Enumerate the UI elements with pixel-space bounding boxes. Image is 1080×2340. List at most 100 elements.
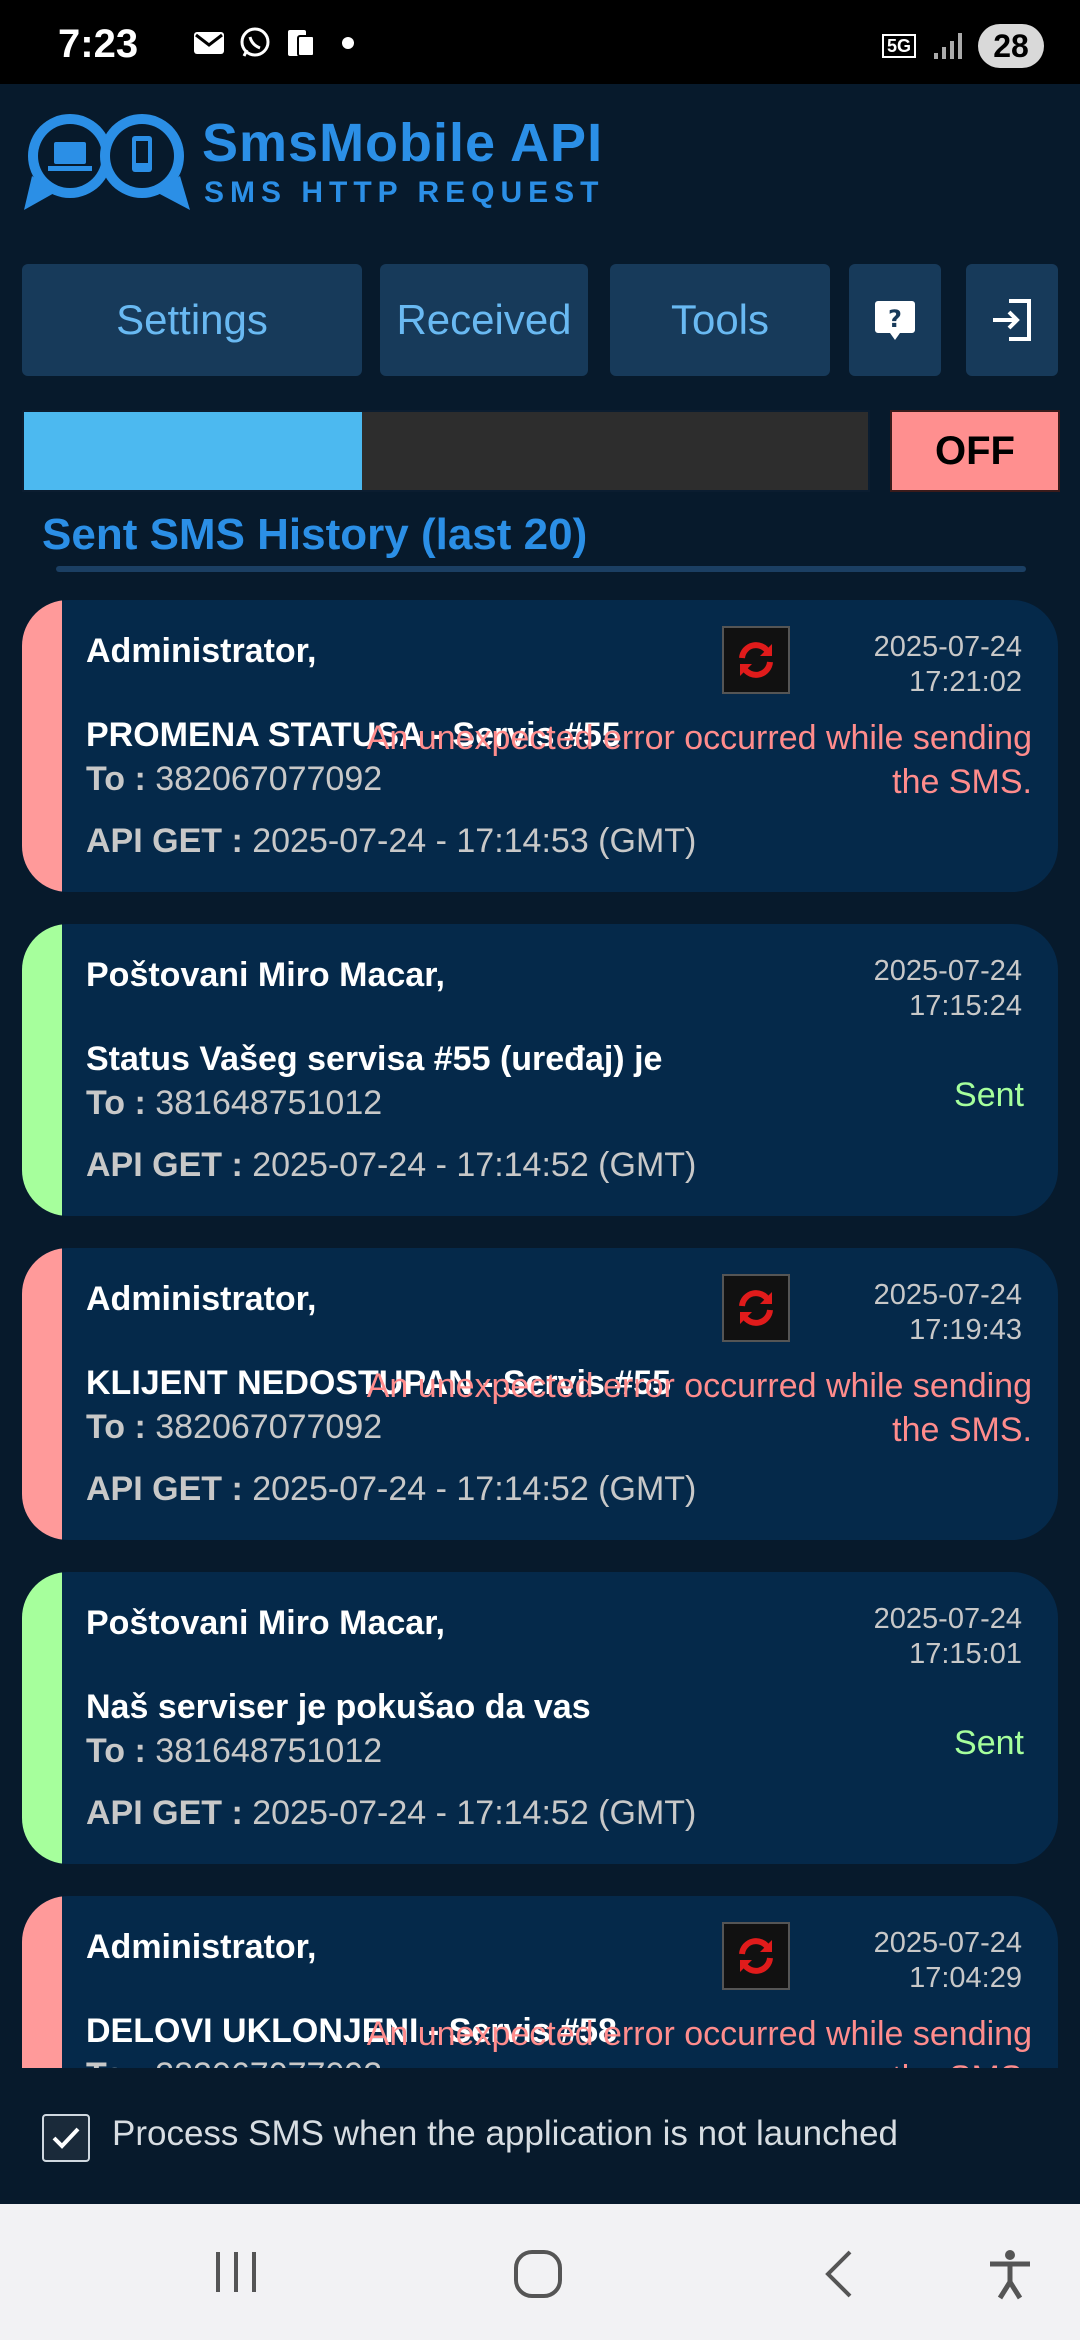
sms-greeting: Poštovani Miro Macar, (86, 1604, 445, 1642)
background-processing-label: Process SMS when the application is not … (112, 2114, 899, 2153)
app-title: SmsMobile API (202, 113, 604, 173)
sms-history-card[interactable]: Administrator, PROMENA STATUSA - Servis #… (22, 600, 1058, 892)
sms-status-sent: Sent (954, 1724, 1024, 1762)
sms-time: 17:15:24 (909, 990, 1022, 1022)
sms-message-preview: Naš serviser je pokušao da vas (86, 1688, 591, 1726)
sms-status-sent: Sent (954, 1076, 1024, 1114)
sms-history-card[interactable]: Poštovani Miro Macar, Status Vašeg servis… (22, 924, 1058, 1216)
sms-message-preview: Status Vašeg servisa #55 (uređaj) je (86, 1040, 663, 1078)
sms-history-list[interactable]: Administrator, PROMENA STATUSA - Servis #… (22, 600, 1060, 2068)
sms-date: 2025-07-24 (873, 631, 1022, 663)
logout-icon (993, 299, 1031, 341)
notification-dot (342, 37, 354, 49)
sms-greeting: Administrator, (86, 632, 317, 670)
api-get-label: API GET : (86, 1146, 243, 1184)
battery-level: 28 (978, 24, 1044, 68)
history-title: Sent SMS History (last 20) (42, 510, 588, 559)
recent-apps-icon[interactable] (212, 2248, 260, 2296)
status-indicator-bar (22, 1248, 62, 1540)
recipient-label: To : (86, 2056, 146, 2068)
status-indicator-bar (22, 924, 62, 1216)
sms-greeting: Poštovani Miro Macar, (86, 956, 445, 994)
sms-datetime: 2025-07-24 17:21:02 (874, 630, 1022, 700)
system-navigation-bar (0, 2204, 1080, 2340)
retry-button[interactable] (722, 1274, 790, 1342)
refresh-icon (739, 1938, 773, 1974)
whatsapp-icon (240, 27, 270, 57)
sms-date: 2025-07-24 (873, 1603, 1022, 1635)
sending-progress-bar (22, 410, 870, 492)
app-header: SmsMobile API SMS HTTP REQUEST (0, 84, 1080, 254)
recipient-label: To : (86, 1084, 146, 1122)
received-button[interactable]: Received (380, 264, 588, 376)
api-get-timestamp: API GET : 2025-07-24 - 17:14:52 (GMT) (86, 1470, 696, 1509)
help-button[interactable]: ? (849, 264, 941, 376)
status-bar: 7:23 5G 28 (0, 0, 1080, 84)
app-subtitle: SMS HTTP REQUEST (204, 176, 605, 209)
back-icon[interactable] (820, 2248, 860, 2300)
refresh-icon (739, 1290, 773, 1326)
status-indicator-bar (22, 1896, 62, 2068)
sms-date: 2025-07-24 (873, 955, 1022, 987)
accessibility-icon[interactable] (986, 2248, 1034, 2300)
checkmark-icon (52, 2127, 80, 2149)
sms-history-card[interactable]: Administrator, DELOVI UKLONJENI - Servis … (22, 1896, 1058, 2068)
api-get-label: API GET : (86, 1794, 243, 1832)
background-option-row[interactable]: Process SMS when the application is not … (0, 2068, 1080, 2204)
sms-date: 2025-07-24 (873, 1927, 1022, 1959)
api-get-value: 2025-07-24 - 17:14:52 (GMT) (242, 1470, 697, 1508)
sms-history-card[interactable]: Administrator, KLIJENT NEDOSTUPAN - Servi… (22, 1248, 1058, 1540)
sms-time: 17:19:43 (909, 1314, 1022, 1346)
api-get-timestamp: API GET : 2025-07-24 - 17:14:52 (GMT) (86, 1146, 696, 1185)
retry-button[interactable] (722, 1922, 790, 1990)
settings-button[interactable]: Settings (22, 264, 362, 376)
sms-date: 2025-07-24 (873, 1279, 1022, 1311)
sms-status-error: An unexpected error occurred while sendi… (366, 1367, 1032, 1449)
sms-datetime: 2025-07-24 17:15:24 (874, 954, 1022, 1024)
api-get-value: 2025-07-24 - 17:14:52 (GMT) (242, 1794, 697, 1832)
status-time: 7:23 (58, 22, 139, 66)
sms-time: 17:04:29 (909, 1962, 1022, 1994)
background-processing-checkbox[interactable] (42, 2114, 90, 2162)
recipient-label: To : (86, 760, 146, 798)
sms-datetime: 2025-07-24 17:04:29 (874, 1926, 1022, 1996)
tools-button[interactable]: Tools (610, 264, 830, 376)
network-type: 5G (881, 34, 916, 58)
status-indicator-bar (22, 1572, 62, 1864)
sms-time: 17:21:02 (909, 666, 1022, 698)
service-toggle-button[interactable]: OFF (890, 410, 1060, 492)
refresh-icon (739, 642, 773, 678)
mail-icon (194, 32, 224, 54)
sms-history-card[interactable]: Poštovani Miro Macar, Naš serviser je pok… (22, 1572, 1058, 1864)
sms-datetime: 2025-07-24 17:19:43 (874, 1278, 1022, 1348)
api-get-timestamp: API GET : 2025-07-24 - 17:14:53 (GMT) (86, 822, 696, 861)
api-get-label: API GET : (86, 1470, 243, 1508)
sms-status-error: An unexpected error occurred while sendi… (366, 719, 1032, 801)
status-indicator-bar (22, 600, 62, 892)
sms-recipient: To : 381648751012 (86, 1732, 382, 1771)
retry-button[interactable] (722, 626, 790, 694)
recipient-number: 381648751012 (145, 1084, 383, 1122)
history-divider (56, 566, 1026, 572)
svg-text:?: ? (888, 305, 902, 333)
api-get-label: API GET : (86, 822, 243, 860)
api-get-timestamp: API GET : 2025-07-24 - 17:14:52 (GMT) (86, 1794, 696, 1833)
sms-greeting: Administrator, (86, 1280, 317, 1318)
logout-button[interactable] (966, 264, 1058, 376)
sms-status-error: An unexpected error occurred while sendi… (366, 2015, 1032, 2068)
sms-time: 17:15:01 (909, 1638, 1022, 1670)
progress-fill (24, 412, 362, 490)
chat-devices-logo (24, 114, 190, 210)
sms-datetime: 2025-07-24 17:15:01 (874, 1602, 1022, 1672)
sim-icon (288, 30, 315, 57)
home-icon[interactable] (512, 2248, 564, 2300)
api-get-value: 2025-07-24 - 17:14:52 (GMT) (242, 1146, 697, 1184)
recipient-label: To : (86, 1408, 146, 1446)
recipient-label: To : (86, 1732, 146, 1770)
sms-recipient: To : 381648751012 (86, 1084, 382, 1123)
api-get-value: 2025-07-24 - 17:14:53 (GMT) (242, 822, 697, 860)
signal-icon (934, 33, 962, 59)
sms-greeting: Administrator, (86, 1928, 317, 1966)
help-icon: ? (875, 301, 915, 340)
recipient-number: 381648751012 (145, 1732, 383, 1770)
